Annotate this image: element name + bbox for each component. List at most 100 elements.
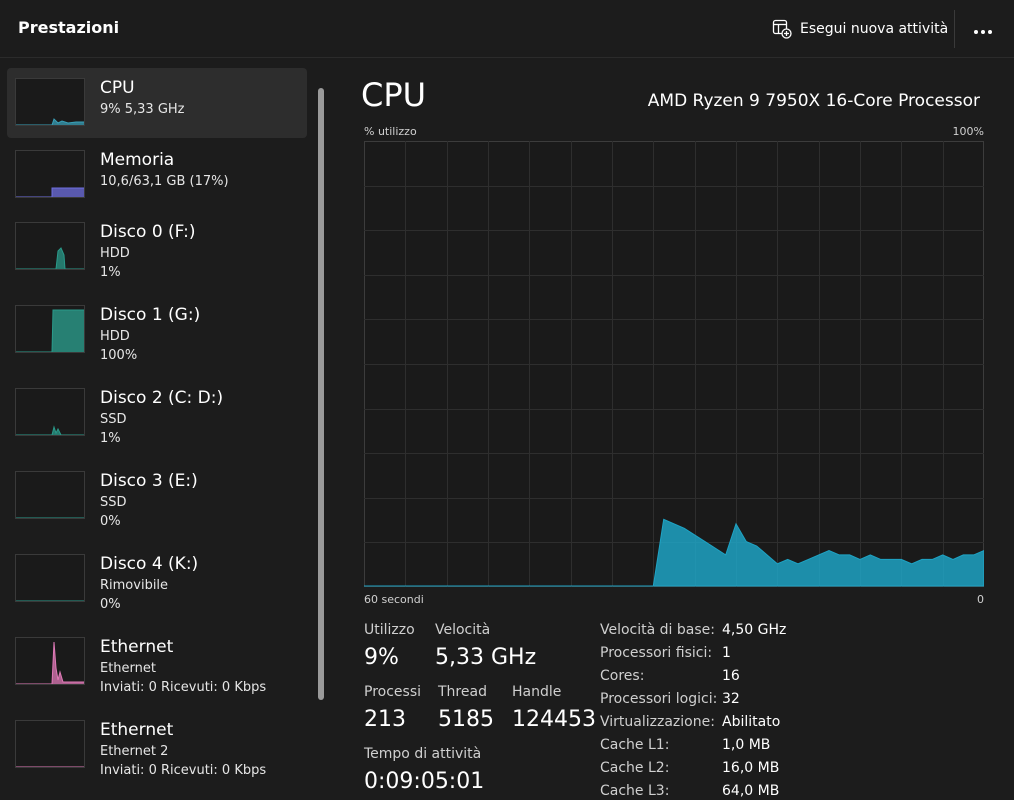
sidebar-item-detail: HDD [100,329,130,344]
uptime-value: 0:09:05:01 [364,769,485,794]
sidebar-scrollbar[interactable] [318,88,324,700]
detail-label: Cores: [600,668,645,684]
y-axis-max-label: 100% [952,125,984,138]
uptime-label: Tempo di attività [364,746,482,762]
detail-value: 32 [722,691,740,707]
sidebar-item-detail-2: 1% [100,431,121,446]
sidebar-item-thumbnail [15,78,85,126]
thumbnail-area [16,187,84,197]
utilization-label: Utilizzo [364,622,415,638]
sidebar-item-detail: Ethernet [100,661,156,676]
detail-label: Cache L3: [600,783,670,799]
title-bar: Prestazioni Esegui nuova attività [0,0,1014,58]
y-axis-label: % utilizzo [364,125,417,138]
sidebar-item-name: CPU [100,78,135,98]
handles-value: 124453 [512,707,596,732]
sidebar-item-5[interactable]: Disco 2 (C: D:) SSD 1% [7,378,307,458]
speed-value: 5,33 GHz [435,645,537,670]
sidebar-item-thumbnail [15,305,85,353]
sidebar-item-detail-2: Inviati: 0 Ricevuti: 0 Kbps [100,680,267,695]
sidebar-item-detail: HDD [100,246,130,261]
thumbnail-area [16,425,84,435]
thumbnail-area [16,309,84,352]
sidebar-item-name: Disco 3 (E:) [100,471,198,491]
run-new-task-button[interactable]: Esegui nuova attività [772,16,948,42]
thumbnail-graph [16,517,84,518]
sidebar-item-9[interactable]: Ethernet Ethernet 2 Inviati: 0 Ricevuti: 0… [7,710,307,790]
detail-label: Cache L1: [600,737,670,753]
thumbnail-area [16,766,84,767]
handles-label: Handle [512,684,562,700]
thumbnail-area [16,118,84,125]
sidebar-item-detail-2: 0% [100,514,121,529]
sidebar-item-name: Disco 0 (F:) [100,222,196,242]
toolbar-divider [954,10,955,48]
sidebar-item-detail-2: 0% [100,597,121,612]
cpu-usage-chart [364,141,985,587]
sidebar-item-name: Disco 1 (G:) [100,305,201,325]
sidebar-item-name: Ethernet [100,637,174,657]
sidebar-item-name: Memoria [100,150,175,170]
sidebar-item-detail-2: 100% [100,348,138,363]
threads-value: 5185 [438,707,494,732]
thumbnail-area [16,641,84,684]
thumbnail-area [16,517,84,518]
detail-value: 4,50 GHz [722,622,787,638]
sidebar-item-detail: SSD [100,412,127,427]
thumbnail-graph [16,641,84,684]
cpu-detail-panel: CPU AMD Ryzen 9 7950X 16-Core Processor … [330,58,1014,800]
sidebar-item-detail: Ethernet 2 [100,744,169,759]
sidebar-item-6[interactable]: Disco 3 (E:) SSD 0% [7,461,307,541]
sidebar-item-4[interactable]: Disco 1 (G:) HDD 100% [7,295,307,375]
sidebar-item-thumbnail [15,471,85,519]
sidebar-item-2[interactable]: Memoria 10,6/63,1 GB (17%) [7,140,307,210]
detail-label: Processori logici: [600,691,718,707]
sidebar-item-detail-2: Inviati: 0 Ricevuti: 0 Kbps [100,763,267,778]
speed-label: Velocità [435,622,491,638]
thumbnail-graph [16,600,84,601]
sidebar-item-name: Ethernet [100,720,174,740]
utilization-value: 9% [364,645,399,670]
thumbnail-graph [16,766,84,767]
sidebar-item-thumbnail [15,222,85,270]
sidebar-item-thumbnail [15,388,85,436]
processes-value: 213 [364,707,406,732]
thumbnail-graph [16,118,84,125]
processor-name: AMD Ryzen 9 7950X 16-Core Processor [647,91,980,111]
detail-label: Velocità di base: [600,622,715,638]
detail-label: Virtualizzazione: [600,714,715,730]
run-new-task-label: Esegui nuova attività [800,21,949,37]
thumbnail-graph [16,425,84,435]
detail-value: 64,0 MB [722,783,780,799]
sidebar-item-detail: 10,6/63,1 GB (17%) [100,174,229,189]
sidebar-item-name: Disco 4 (K:) [100,554,199,574]
x-axis-right-label: 0 [977,593,984,606]
page-title: Prestazioni [18,18,120,37]
more-options-button[interactable] [966,16,1000,42]
sidebar-item-detail: Rimovibile [100,578,169,593]
new-task-icon [772,19,792,39]
detail-title: CPU [361,76,427,114]
thumbnail-area [16,247,84,269]
sidebar-item-detail: 9% 5,33 GHz [100,102,185,117]
sidebar-item-3[interactable]: Disco 0 (F:) HDD 1% [7,212,307,292]
sidebar-item-1[interactable]: CPU 9% 5,33 GHz [7,68,307,138]
thumbnail-graph [16,187,84,197]
sidebar-item-8[interactable]: Ethernet Ethernet Inviati: 0 Ricevuti: 0 K… [7,627,307,707]
x-axis-left-label: 60 secondi [364,593,424,606]
thumbnail-graph [16,309,84,352]
sidebar-item-thumbnail [15,554,85,602]
thumbnail-area [16,600,84,601]
detail-value: 1 [722,645,731,661]
sidebar-item-7[interactable]: Disco 4 (K:) Rimovibile 0% [7,544,307,624]
threads-label: Thread [438,684,487,700]
detail-label: Cache L2: [600,760,670,776]
ellipsis-icon [973,20,993,39]
sidebar-item-detail: SSD [100,495,127,510]
performance-sidebar: CPU 9% 5,33 GHz Memoria 10,6/63,1 GB (17%) D… [0,58,330,800]
detail-value: 1,0 MB [722,737,771,753]
cpu-usage-graph [364,141,985,587]
thumbnail-graph [16,247,84,269]
detail-value: 16 [722,668,740,684]
detail-value: 16,0 MB [722,760,780,776]
